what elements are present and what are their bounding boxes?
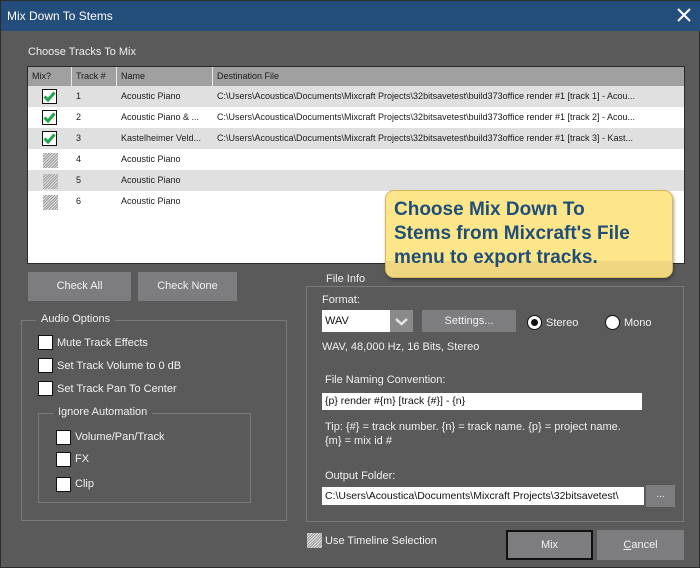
- window-title: Mix Down To Stems: [7, 9, 113, 23]
- cancel-button[interactable]: Cancel: [597, 530, 684, 560]
- mix-checkbox[interactable]: [42, 110, 57, 125]
- mute-track-effects-label: Mute Track Effects: [57, 337, 148, 349]
- table-row[interactable]: 2 Acoustic Piano & ... C:\Users\Acoustic…: [28, 107, 684, 128]
- title-bar: Mix Down To Stems: [1, 1, 700, 31]
- mix-button[interactable]: Mix: [506, 530, 593, 560]
- column-header-destination[interactable]: Destination File: [213, 67, 684, 86]
- track-name: Acoustic Piano: [121, 196, 181, 206]
- table-header: Mix? Track # Name Destination File: [28, 67, 684, 86]
- mix-checkbox-indeterminate[interactable]: [43, 195, 58, 210]
- ignore-fx-checkbox[interactable]: [56, 452, 71, 467]
- chevron-down-icon: [395, 318, 408, 326]
- mix-down-dialog: Mix Down To Stems Choose Tracks To Mix M…: [0, 0, 700, 568]
- audio-options-legend: Audio Options: [36, 313, 116, 325]
- ignore-automation-legend: Ignore Automation: [53, 406, 153, 418]
- track-name: Acoustic Piano & ...: [121, 112, 200, 122]
- mono-label: Mono: [624, 317, 652, 329]
- tip-line: Choose Mix Down To: [394, 199, 585, 220]
- naming-convention-input[interactable]: {p} render #{m} [track {#}] - {n}: [322, 393, 642, 410]
- track-number: 3: [76, 133, 82, 143]
- set-volume-0db-checkbox[interactable]: [38, 358, 53, 373]
- column-header-track[interactable]: Track #: [72, 67, 117, 86]
- use-timeline-label: Use Timeline Selection: [325, 535, 437, 547]
- set-pan-center-label: Set Track Pan To Center: [57, 383, 177, 395]
- tip-line: Stems from Mixcraft's File: [394, 223, 630, 244]
- format-summary: WAV, 48,000 Hz, 16 Bits, Stereo: [322, 341, 480, 353]
- tracks-section-label: Choose Tracks To Mix: [28, 46, 137, 58]
- destination-file: C:\Users\Acoustica\Documents\Mixcraft Pr…: [217, 112, 636, 122]
- track-number: 4: [76, 154, 82, 164]
- table-row[interactable]: 5 Acoustic Piano: [28, 170, 684, 191]
- column-header-mix[interactable]: Mix?: [28, 67, 72, 86]
- track-number: 1: [76, 91, 82, 101]
- track-name: Acoustic Piano: [121, 175, 181, 185]
- ignore-clip-checkbox[interactable]: [56, 477, 71, 492]
- output-folder-input[interactable]: C:\Users\Acoustica\Documents\Mixcraft Pr…: [322, 487, 644, 505]
- mono-radio[interactable]: [605, 315, 620, 330]
- file-info-legend: File Info: [321, 273, 371, 285]
- column-header-name[interactable]: Name: [117, 67, 213, 86]
- format-select[interactable]: WAV: [322, 310, 390, 332]
- mute-track-effects-checkbox[interactable]: [38, 335, 53, 350]
- cancel-label-rest: ancel: [631, 539, 658, 551]
- stereo-label: Stereo: [546, 317, 579, 329]
- mix-checkbox-indeterminate[interactable]: [43, 174, 58, 189]
- track-name: Acoustic Piano: [121, 91, 181, 101]
- check-none-button[interactable]: Check None: [138, 272, 237, 301]
- mix-checkbox-indeterminate[interactable]: [43, 153, 58, 168]
- format-label: Format:: [322, 294, 360, 306]
- track-number: 2: [76, 112, 82, 122]
- ignore-fx-label: FX: [75, 453, 90, 465]
- track-name: Kastelheimer Veld...: [121, 133, 202, 143]
- stereo-radio[interactable]: [527, 315, 542, 330]
- track-number: 5: [76, 175, 82, 185]
- table-row[interactable]: 3 Kastelheimer Veld... C:\Users\Acoustic…: [28, 128, 684, 149]
- destination-file: C:\Users\Acoustica\Documents\Mixcraft Pr…: [217, 133, 634, 143]
- table-row[interactable]: 1 Acoustic Piano C:\Users\Acoustica\Docu…: [28, 86, 684, 107]
- track-number: 6: [76, 196, 82, 206]
- track-name: Acoustic Piano: [121, 154, 181, 164]
- format-dropdown-button[interactable]: [390, 310, 413, 332]
- set-volume-0db-label: Set Track Volume to 0 dB: [57, 360, 182, 372]
- output-folder-label: Output Folder:: [325, 470, 396, 482]
- tip-line: menu to export tracks.: [394, 247, 598, 268]
- tip-line-2: {m} = mix id #: [325, 435, 392, 447]
- use-timeline-checkbox[interactable]: [307, 533, 322, 548]
- table-row[interactable]: 4 Acoustic Piano: [28, 149, 684, 170]
- tip-line-1: Tip: {#} = track number. {n} = track nam…: [325, 421, 621, 433]
- mix-checkbox[interactable]: [42, 89, 57, 104]
- naming-convention-label: File Naming Convention:: [325, 374, 446, 386]
- settings-button[interactable]: Settings...: [422, 310, 516, 332]
- tip-callout: Choose Mix Down To Stems from Mixcraft's…: [385, 190, 673, 278]
- browse-button[interactable]: ...: [646, 485, 675, 507]
- close-icon[interactable]: [675, 6, 693, 24]
- check-all-button[interactable]: Check All: [28, 272, 131, 301]
- ignore-volume-pan-track-checkbox[interactable]: [56, 430, 71, 445]
- ignore-volume-pan-track-label: Volume/Pan/Track: [75, 431, 165, 443]
- ignore-clip-label: Clip: [75, 478, 94, 490]
- tip-callout-text: Choose Mix Down To Stems from Mixcraft's…: [394, 198, 630, 270]
- radio-selected-dot: [531, 319, 538, 326]
- destination-file: C:\Users\Acoustica\Documents\Mixcraft Pr…: [217, 91, 636, 101]
- set-pan-center-checkbox[interactable]: [38, 381, 53, 396]
- mix-checkbox[interactable]: [42, 131, 57, 146]
